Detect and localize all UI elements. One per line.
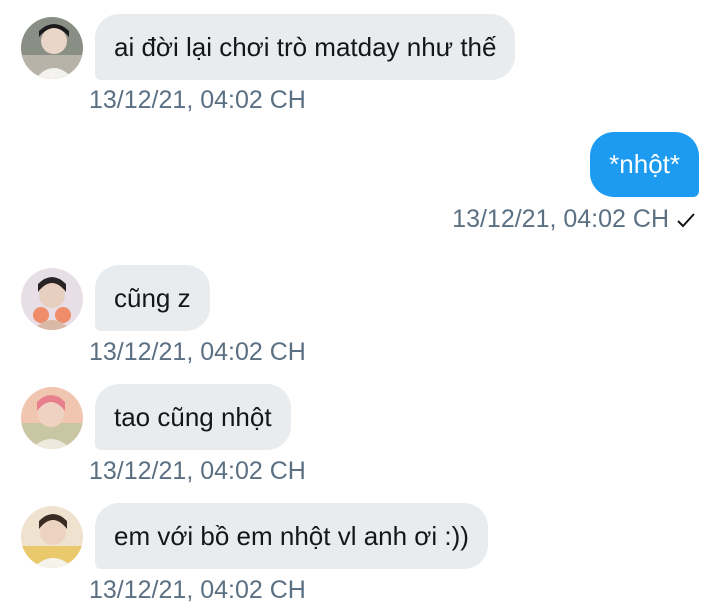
sender-avatar[interactable] — [21, 268, 83, 330]
conversation: ai đời lại chơi trò matday như thế 13/12… — [0, 0, 720, 614]
message-text: cũng z — [114, 282, 191, 313]
message-timestamp: 13/12/21, 04:02 CH — [89, 86, 306, 114]
message-timestamp: 13/12/21, 04:02 CH — [89, 576, 306, 604]
message-text: em với bồ em nhột vl anh ơi :)) — [114, 520, 469, 551]
message-text: *nhột* — [609, 149, 680, 179]
sent-message-meta: 13/12/21, 04:02 CH — [452, 205, 696, 234]
avatar-icon — [21, 387, 83, 449]
message-bubble[interactable]: em với bồ em nhột vl anh ơi :)) — [95, 503, 488, 569]
checkmark-icon — [677, 212, 695, 227]
message-text: tao cũng nhột — [114, 401, 272, 432]
message-bubble[interactable]: tao cũng nhột — [95, 384, 291, 450]
message-timestamp: 13/12/21, 04:02 CH — [452, 205, 669, 233]
sender-avatar[interactable] — [21, 17, 83, 79]
avatar-icon — [21, 506, 83, 568]
message-bubble[interactable]: ai đời lại chơi trò matday như thế — [95, 14, 516, 80]
message-text: ai đời lại chơi trò matday như thế — [114, 31, 497, 62]
sender-avatar[interactable] — [21, 387, 83, 449]
avatar-icon — [21, 268, 83, 330]
avatar-icon — [21, 17, 83, 79]
sender-avatar[interactable] — [21, 506, 83, 568]
message-timestamp: 13/12/21, 04:02 CH — [89, 338, 306, 366]
sent-message-bubble[interactable]: *nhột* — [590, 132, 699, 197]
message-timestamp: 13/12/21, 04:02 CH — [89, 457, 306, 485]
message-bubble[interactable]: cũng z — [95, 265, 210, 331]
